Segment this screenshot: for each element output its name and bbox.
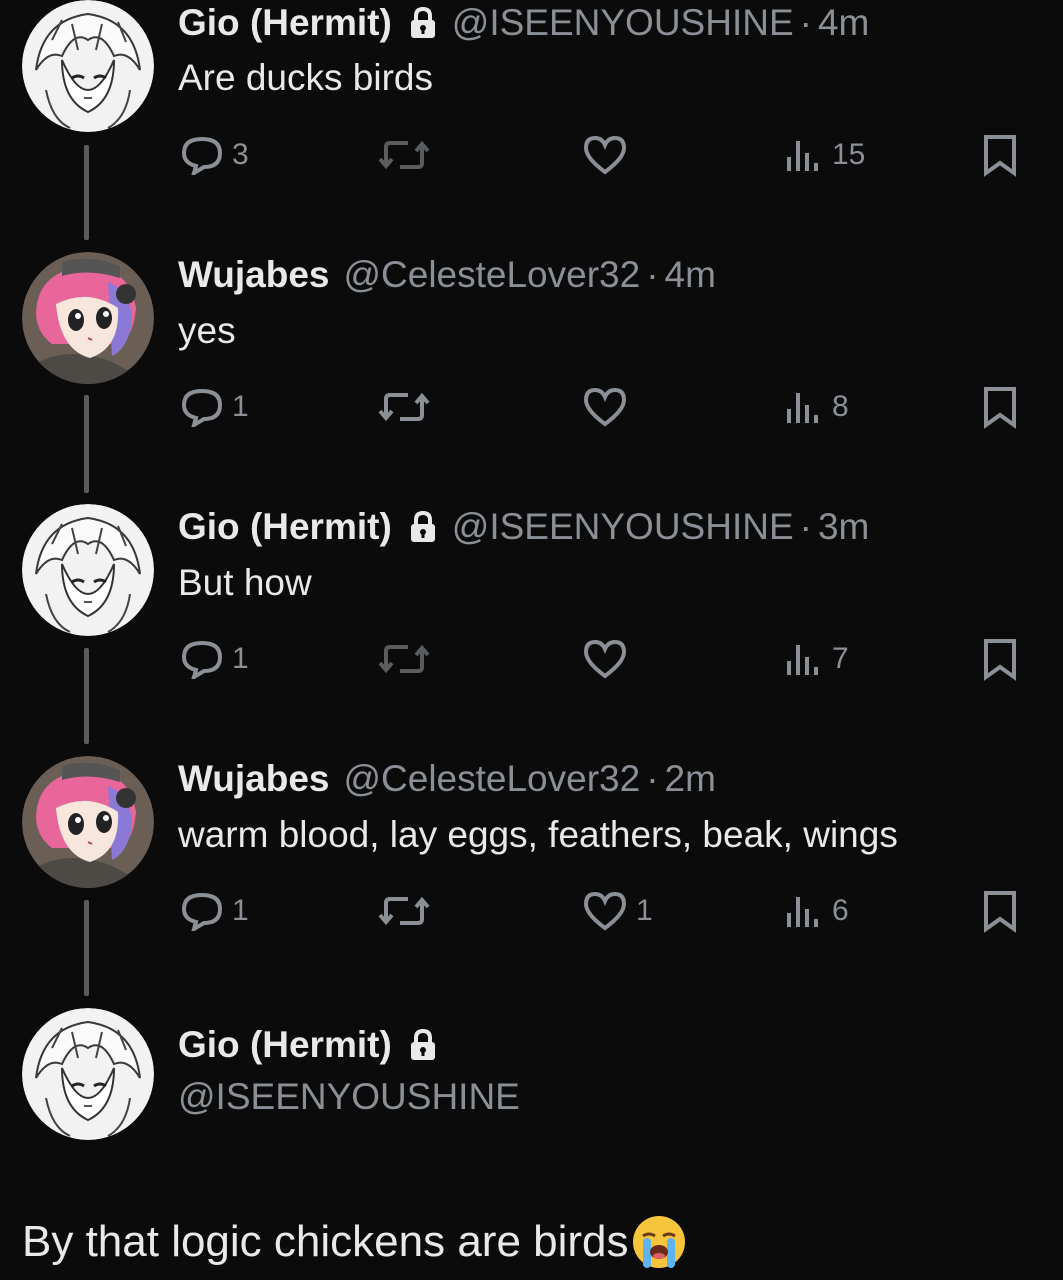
retweet-icon [378, 135, 430, 175]
display-name[interactable]: Gio (Hermit) [178, 504, 392, 550]
lock-icon [408, 6, 438, 40]
bookmark-button[interactable] [980, 634, 1020, 684]
reply-count: 1 [232, 894, 249, 927]
handle[interactable]: @ISEENYOUSHINE [178, 1074, 520, 1120]
heart-icon [582, 890, 628, 932]
views-button[interactable]: 7 [784, 634, 849, 684]
separator: · [799, 2, 812, 43]
views-icon [784, 891, 824, 931]
bookmark-icon [980, 133, 1020, 177]
focused-tweet-text: By that logic chickens are birds [22, 1214, 687, 1270]
like-button[interactable]: 1 [582, 886, 653, 936]
timestamp[interactable]: 3m [818, 504, 869, 550]
views-button[interactable]: 8 [784, 382, 849, 432]
like-button[interactable] [582, 130, 636, 180]
reply-button[interactable]: 1 [180, 634, 249, 684]
tweet-text: By that logic chickens are birds [22, 1217, 629, 1266]
tweet-text: yes [178, 310, 236, 351]
timestamp[interactable]: 2m [665, 756, 716, 802]
avatar-gio[interactable] [22, 0, 154, 132]
retweet-button[interactable] [378, 382, 438, 432]
thread-line [84, 395, 89, 493]
thread-line [84, 145, 89, 240]
reply-count: 1 [232, 390, 249, 423]
separator: · [646, 254, 659, 295]
retweet-button[interactable] [378, 634, 438, 684]
handle[interactable]: @ISEENYOUSHINE [452, 0, 794, 46]
action-bar: 3 15 [0, 130, 1063, 180]
heart-icon [582, 386, 628, 428]
handle[interactable]: @ISEENYOUSHINE [452, 504, 794, 550]
avatar-wujabes[interactable] [22, 252, 154, 384]
views-icon [784, 135, 824, 175]
separator: · [799, 506, 812, 547]
separator: · [646, 758, 659, 799]
tweet-header: Wujabes @CelesteLover32 · 4m [178, 252, 716, 298]
avatar-gio[interactable] [22, 1008, 154, 1140]
tweet-header: Gio (Hermit) @ISEENYOUSHINE · 3m [178, 504, 869, 550]
reply-icon [180, 891, 224, 931]
bookmark-button[interactable] [980, 130, 1020, 180]
handle[interactable]: @CelesteLover32 [343, 252, 640, 298]
display-name[interactable]: Gio (Hermit) [178, 1022, 392, 1068]
like-button[interactable] [582, 634, 636, 684]
bookmark-button[interactable] [980, 382, 1020, 432]
tweet-text: warm blood, lay eggs, feathers, beak, wi… [178, 814, 898, 855]
retweet-icon [378, 891, 430, 931]
reply-icon [180, 135, 224, 175]
views-icon [784, 387, 824, 427]
retweet-button[interactable] [378, 130, 438, 180]
avatar-gio[interactable] [22, 504, 154, 636]
reply-button[interactable]: 1 [180, 382, 249, 432]
action-bar: 1 7 [0, 634, 1063, 684]
views-count: 6 [832, 894, 849, 927]
display-name[interactable]: Wujabes [178, 252, 329, 298]
views-button[interactable]: 6 [784, 886, 849, 936]
reply-button[interactable]: 1 [180, 886, 249, 936]
reply-count: 3 [232, 138, 249, 171]
reply-icon [180, 639, 224, 679]
bookmark-icon [980, 637, 1020, 681]
tweet-text: Are ducks birds [178, 57, 433, 98]
like-button[interactable] [582, 382, 636, 432]
timestamp[interactable]: 4m [665, 252, 716, 298]
retweet-button[interactable] [378, 886, 438, 936]
like-count: 1 [636, 894, 653, 927]
retweet-icon [378, 387, 430, 427]
reply-icon [180, 387, 224, 427]
tweet-text: But how [178, 562, 312, 603]
thread-line [84, 648, 89, 744]
tweet-header: Wujabes @CelesteLover32 · 2m [178, 756, 716, 802]
reply-button[interactable]: 3 [180, 130, 249, 180]
reply-thread: Gio (Hermit) @ISEENYOUSHINE · 4m Are duc… [0, 0, 1063, 1280]
reply-count: 1 [232, 642, 249, 675]
loudly-crying-face-icon [631, 1214, 687, 1270]
bookmark-button[interactable] [980, 886, 1020, 936]
display-name[interactable]: Wujabes [178, 756, 329, 802]
tweet-header: Gio (Hermit) [178, 1022, 452, 1068]
action-bar: 1 8 [0, 382, 1063, 432]
bookmark-icon [980, 385, 1020, 429]
handle[interactable]: @CelesteLover32 [343, 756, 640, 802]
tweet-header: Gio (Hermit) @ISEENYOUSHINE · 4m [178, 0, 869, 46]
heart-icon [582, 638, 628, 680]
lock-icon [408, 510, 438, 544]
views-count: 7 [832, 642, 849, 675]
views-count: 15 [832, 138, 866, 171]
thread-line [84, 900, 89, 996]
lock-icon [408, 1028, 438, 1062]
heart-icon [582, 134, 628, 176]
display-name[interactable]: Gio (Hermit) [178, 0, 392, 46]
action-bar: 1 1 6 [0, 886, 1063, 936]
views-count: 8 [832, 390, 849, 423]
avatar-wujabes[interactable] [22, 756, 154, 888]
timestamp[interactable]: 4m [818, 0, 869, 46]
retweet-icon [378, 639, 430, 679]
bookmark-icon [980, 889, 1020, 933]
views-icon [784, 639, 824, 679]
views-button[interactable]: 15 [784, 130, 865, 180]
